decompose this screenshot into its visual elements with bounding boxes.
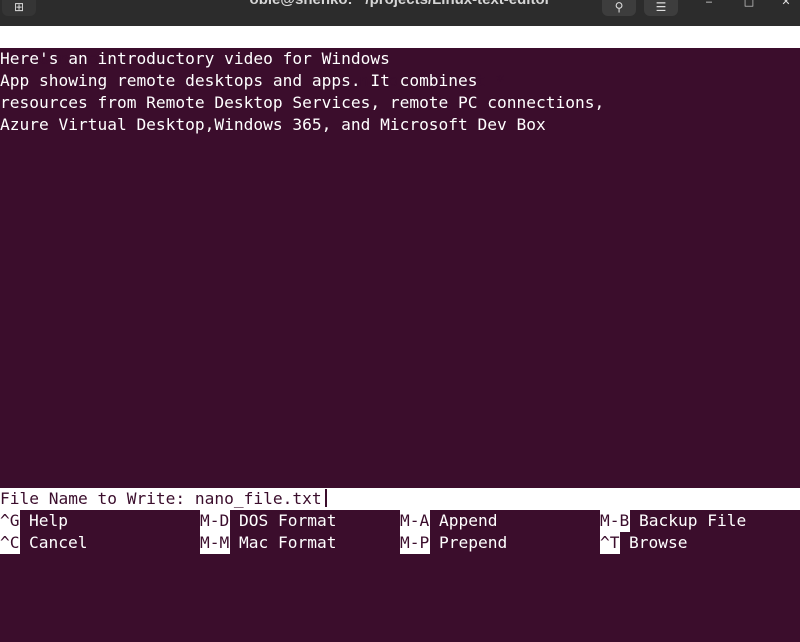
shortcut-label: Browse <box>629 533 688 552</box>
prompt-label: File Name to Write: <box>0 489 195 508</box>
shortcut-label: Help <box>29 511 68 530</box>
shortcut-key: M-M <box>200 532 230 554</box>
shortcut-key: ^G <box>0 510 20 532</box>
shortcut-prepend[interactable]: M-P Prepend <box>400 532 507 554</box>
shortcut-label: Cancel <box>29 533 88 552</box>
maximize-button[interactable]: □ <box>738 0 760 13</box>
shortcut-label: Backup File <box>639 511 747 530</box>
shortcut-row-1: ^G Help M-D DOS Format M-A Append M-B Ba… <box>0 510 800 532</box>
shortcut-label: DOS Format <box>239 511 337 530</box>
shortcut-key: M-B <box>600 510 630 532</box>
menu-button[interactable]: ☰ <box>644 0 678 16</box>
hamburger-menu-icon: ☰ <box>655 0 667 14</box>
maximize-icon: □ <box>743 0 755 8</box>
shortcut-mac-format[interactable]: M-M Mac Format <box>200 532 336 554</box>
shortcut-backup-file[interactable]: M-B Backup File <box>600 510 746 532</box>
buffer-line[interactable]: Here's an introductory video for Windows <box>0 48 800 70</box>
shortcut-label: Append <box>439 511 498 530</box>
shortcut-key: M-A <box>400 510 430 532</box>
terminal-titlebar: ⊞ obie@shenko: ~/projects/Linux-text-edi… <box>0 0 800 26</box>
text-cursor <box>324 489 327 507</box>
shortcut-dos-format[interactable]: M-D DOS Format <box>200 510 336 532</box>
close-button[interactable]: ✕ <box>775 0 797 13</box>
save-prompt[interactable]: File Name to Write: nano_file.txt <box>0 488 800 510</box>
window-title: obie@shenko: ~/projects/Linux-text-edito… <box>0 0 800 13</box>
filename-input[interactable]: nano_file.txt <box>195 489 322 508</box>
shortcut-key: M-P <box>400 532 430 554</box>
buffer-line[interactable]: Azure Virtual Desktop,Windows 365, and M… <box>0 114 800 136</box>
buffer-line[interactable]: App showing remote desktops and apps. It… <box>0 70 800 92</box>
minimize-button[interactable]: ‒ <box>698 0 720 13</box>
buffer-line[interactable]: resources from Remote Desktop Services, … <box>0 92 800 114</box>
shortcut-append[interactable]: M-A Append <box>400 510 497 532</box>
shortcut-label: Mac Format <box>239 533 337 552</box>
shortcut-key: ^C <box>0 532 20 554</box>
nano-header-bar: GNU nano 7.2 nano_file.txt * <box>0 26 800 90</box>
shortcut-key: M-D <box>200 510 230 532</box>
shortcut-browse[interactable]: ^T Browse <box>600 532 687 554</box>
close-icon: ✕ <box>781 0 791 8</box>
shortcut-cancel[interactable]: ^C Cancel <box>0 532 87 554</box>
shortcut-key: ^T <box>600 532 620 554</box>
shortcut-label: Prepend <box>439 533 508 552</box>
shortcut-help[interactable]: ^G Help <box>0 510 68 532</box>
search-button[interactable]: ⚲ <box>602 0 636 16</box>
shortcut-row-2: ^C Cancel M-M Mac Format M-P Prepend ^T … <box>0 532 800 554</box>
search-icon: ⚲ <box>614 0 624 14</box>
minimize-icon: ‒ <box>705 0 713 8</box>
